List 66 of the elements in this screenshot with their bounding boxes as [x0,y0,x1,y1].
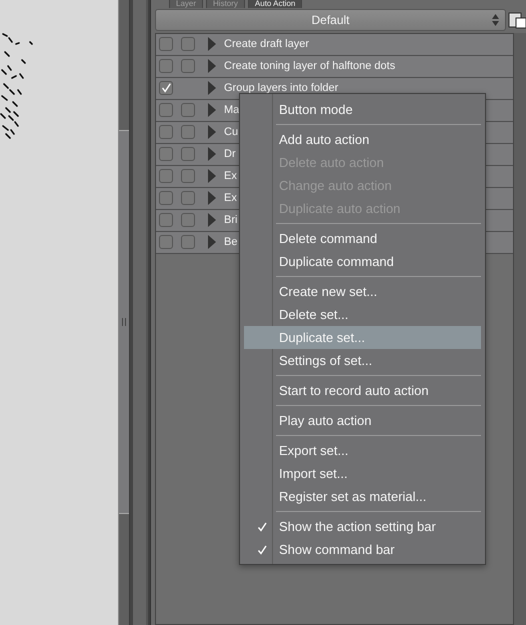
menu-item[interactable]: Settings of set... [244,349,481,372]
expand-triangle-icon[interactable] [208,234,216,248]
menu-item[interactable]: Delete command [244,227,481,250]
action-name: Group layers into folder [224,82,338,94]
menu-item[interactable]: Show command bar [244,538,481,561]
dialog-toggle-box[interactable] [181,36,195,50]
expand-triangle-icon[interactable] [208,190,216,204]
checkbox[interactable] [159,212,173,226]
checkbox[interactable] [159,80,173,94]
expand-triangle-icon[interactable] [208,212,216,226]
dialog-toggle-box[interactable] [181,102,195,116]
expand-triangle-icon[interactable] [208,80,216,94]
action-name: Ex [224,192,237,204]
splitter-bar[interactable] [130,0,150,625]
panel-tab[interactable]: History [206,0,245,8]
menu-item[interactable]: Delete set... [244,303,481,326]
action-name: Dr [224,148,236,160]
action-name: Bri [224,214,238,226]
set-name: Default [311,13,350,27]
checkbox[interactable] [159,234,173,248]
action-row[interactable]: Create toning layer of halftone dots [156,56,513,78]
action-name: Cu [224,126,238,138]
menu-item[interactable]: Duplicate set... [244,326,481,349]
checkbox[interactable] [159,190,173,204]
scrollbar[interactable] [118,0,130,625]
checkbox[interactable] [159,36,173,50]
panel-tab[interactable]: Auto Action [248,0,302,8]
checkbox[interactable] [159,102,173,116]
menu-item[interactable]: Button mode [244,98,481,121]
panel-tab[interactable]: Layer [169,0,204,8]
expand-triangle-icon[interactable] [208,168,216,182]
updown-arrow-icon [491,13,500,27]
expand-triangle-icon[interactable] [208,146,216,160]
dialog-toggle-box[interactable] [181,58,195,72]
checkbox[interactable] [159,58,173,72]
dialog-toggle-box[interactable] [181,234,195,248]
menu-item[interactable]: Import set... [244,462,481,485]
expand-triangle-icon[interactable] [208,102,216,116]
expand-triangle-icon[interactable] [208,58,216,72]
scroll-thumb[interactable] [119,130,129,514]
action-row[interactable]: Create draft layer [156,34,513,56]
checkbox[interactable] [159,168,173,182]
menu-item[interactable]: Start to record auto action [244,379,481,402]
menu-item[interactable]: Duplicate command [244,250,481,273]
dialog-toggle-box[interactable] [181,190,195,204]
expand-triangle-icon[interactable] [208,124,216,138]
action-name: Be [224,236,238,248]
action-name: Ex [224,170,237,182]
dialog-toggle-box[interactable] [181,212,195,226]
set-dropdown[interactable]: Default [155,9,506,31]
menu-item[interactable]: Show the action setting bar [244,515,481,538]
dialog-toggle-box[interactable] [181,146,195,160]
dialog-toggle-box[interactable] [181,124,195,138]
expand-triangle-icon[interactable] [208,36,216,50]
menu-item[interactable]: Create new set... [244,280,481,303]
dialog-toggle-box[interactable] [181,168,195,182]
menu-item[interactable]: Add auto action [244,128,481,151]
menu-item[interactable]: Register set as material... [244,485,481,508]
menu-item[interactable]: Play auto action [244,409,481,432]
document-icon[interactable] [508,11,526,29]
action-name: Create toning layer of halftone dots [224,60,396,72]
checkbox[interactable] [159,146,173,160]
menu-item[interactable]: Export set... [244,439,481,462]
action-name: Create draft layer [224,38,309,50]
action-name: Ma [224,104,240,116]
checkbox[interactable] [159,124,173,138]
